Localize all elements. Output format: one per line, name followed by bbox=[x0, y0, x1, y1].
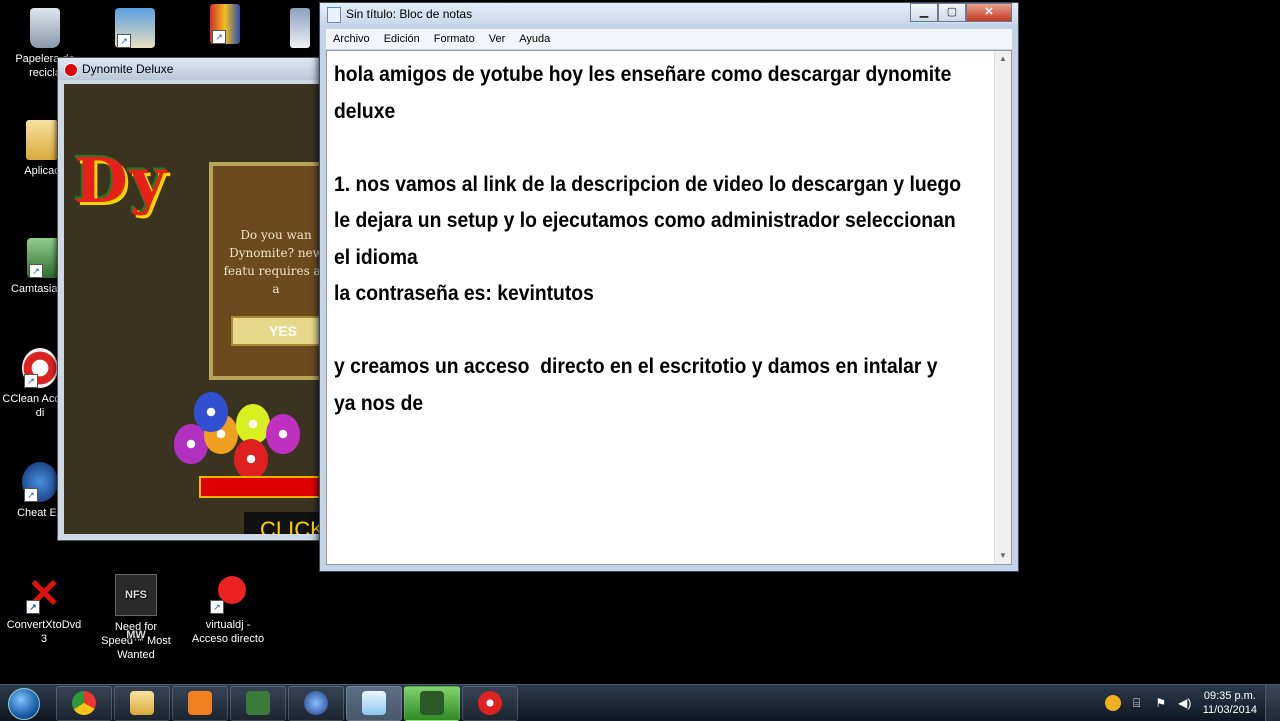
network-icon[interactable]: ⌸ bbox=[1129, 695, 1145, 711]
taskbar-app-explorer[interactable] bbox=[114, 686, 170, 721]
camtasia-icon: ↗ bbox=[27, 238, 61, 278]
dynomite-title-bar[interactable]: Dynomite Deluxe bbox=[58, 58, 326, 80]
taskbar-app-camtasia[interactable] bbox=[230, 686, 286, 721]
taskbar-app-media-player[interactable] bbox=[172, 686, 228, 721]
egg bbox=[234, 439, 268, 479]
taskbar: ⌸ ⚑ ◀) 09:35 p.m. 11/03/2014 bbox=[0, 684, 1280, 721]
media-center-icon bbox=[304, 691, 328, 715]
virtualdj-icon: ↗ bbox=[208, 574, 248, 614]
taskbar-app-dynomite[interactable] bbox=[462, 686, 518, 721]
vertical-scrollbar[interactable]: ▲ ▼ bbox=[994, 51, 1011, 564]
dynomite-icon bbox=[478, 691, 502, 715]
scroll-down-icon[interactable]: ▼ bbox=[995, 548, 1011, 564]
desktop-icon-label: Aplicac bbox=[24, 165, 60, 177]
shortcut-arrow-icon: ↗ bbox=[212, 30, 226, 44]
windows-orb-icon bbox=[8, 688, 40, 720]
minimize-button[interactable]: ▁ bbox=[910, 3, 938, 22]
notepad-icon bbox=[362, 691, 386, 715]
chrome-icon bbox=[72, 691, 96, 715]
explorer-icon bbox=[130, 691, 154, 715]
cheat-engine-icon: ↗ bbox=[22, 462, 58, 502]
dynomite-dialog: Do you wan Dynomite? new featu requires … bbox=[209, 162, 326, 380]
close-button[interactable]: ✕ bbox=[966, 3, 1012, 22]
folder-icon bbox=[26, 120, 58, 160]
window-controls: ▁ ▢ ✕ bbox=[910, 3, 1012, 22]
volume-icon[interactable]: ◀) bbox=[1177, 695, 1193, 711]
desktop-icon-nfs[interactable]: NFS MW Need for Speed™ Most Wanted bbox=[96, 574, 176, 662]
menu-ayuda[interactable]: Ayuda bbox=[512, 29, 557, 49]
dynomite-app-icon bbox=[64, 63, 78, 77]
show-desktop-button[interactable] bbox=[1265, 685, 1280, 721]
menu-ver[interactable]: Ver bbox=[482, 29, 513, 49]
shortcut-arrow-icon: ↗ bbox=[26, 600, 40, 614]
dynomite-window-title: Dynomite Deluxe bbox=[82, 62, 174, 76]
taskbar-app-media-center[interactable] bbox=[288, 686, 344, 721]
menu-archivo[interactable]: Archivo bbox=[326, 29, 377, 49]
desktop-icon-shortcut-1[interactable]: ↗ bbox=[95, 8, 175, 52]
system-clock[interactable]: 09:35 p.m. 11/03/2014 bbox=[1203, 689, 1257, 717]
desktop-icon-label: virtualdj - Acceso directo bbox=[191, 619, 265, 645]
desktop-icon-shortcut-2[interactable] bbox=[280, 8, 320, 52]
scroll-up-icon[interactable]: ▲ bbox=[995, 51, 1011, 67]
shortcut-arrow-icon: ↗ bbox=[24, 374, 38, 388]
shortcut-arrow-icon: ↗ bbox=[29, 264, 43, 278]
maximize-button[interactable]: ▢ bbox=[938, 3, 966, 22]
taskbar-app-chrome[interactable] bbox=[56, 686, 112, 721]
menu-edicion[interactable]: Edición bbox=[377, 29, 427, 49]
convertx-icon: ✕ ↗ bbox=[26, 572, 61, 616]
desktop-icon-convertx[interactable]: ✕ ↗ ConvertXtoDvd 3 bbox=[4, 574, 84, 646]
dynomite-progress-bar bbox=[199, 476, 326, 498]
recycle-bin-icon bbox=[30, 8, 60, 48]
dynomite-yes-button[interactable]: YES bbox=[231, 316, 326, 346]
dynomite-dialog-text: Do you wan Dynomite? new featu requires … bbox=[223, 228, 326, 296]
egg bbox=[194, 392, 228, 432]
notepad-window-title: Sin título: Bloc de notas bbox=[346, 7, 473, 21]
nfs-icon: NFS MW bbox=[115, 574, 157, 641]
menu-formato[interactable]: Formato bbox=[427, 29, 482, 49]
program-shortcut-icon bbox=[290, 8, 310, 48]
winrar-icon: ↗ bbox=[210, 4, 240, 44]
taskbar-app-camtasia-recorder[interactable] bbox=[404, 686, 460, 721]
shortcut-arrow-icon: ↗ bbox=[24, 488, 38, 502]
camtasia-icon bbox=[246, 691, 270, 715]
desktop-icon-winrar[interactable]: ↗ bbox=[185, 4, 265, 48]
camtasia-recorder-icon bbox=[420, 691, 444, 715]
notepad-window[interactable]: Sin título: Bloc de notas ▁ ▢ ✕ Archivo … bbox=[319, 2, 1019, 572]
notepad-title-bar[interactable]: Sin título: Bloc de notas ▁ ▢ ✕ bbox=[320, 3, 1018, 25]
program-shortcut-icon: ↗ bbox=[115, 8, 155, 48]
desktop-icon-virtualdj[interactable]: ↗ virtualdj - Acceso directo bbox=[188, 574, 268, 646]
taskbar-app-notepad[interactable] bbox=[346, 686, 402, 721]
dynomite-eggs bbox=[174, 384, 324, 479]
system-tray: ⌸ ⚑ ◀) 09:35 p.m. 11/03/2014 bbox=[1101, 685, 1280, 721]
dynomite-game-area[interactable]: Dy Do you wan Dynomite? new featu requir… bbox=[64, 84, 326, 534]
media-player-icon bbox=[188, 691, 212, 715]
shortcut-arrow-icon: ↗ bbox=[210, 600, 224, 614]
dynomite-logo: Dy bbox=[74, 144, 168, 217]
notepad-menu-bar: Archivo Edición Formato Ver Ayuda bbox=[326, 29, 1012, 49]
clock-time: 09:35 p.m. bbox=[1203, 690, 1256, 702]
notepad-editor[interactable]: hola amigos de yotube hoy les enseñare c… bbox=[326, 50, 1012, 565]
egg bbox=[266, 414, 300, 454]
desktop-icon-label: ConvertXtoDvd 3 bbox=[6, 619, 82, 645]
notepad-text-content[interactable]: hola amigos de yotube hoy les enseñare c… bbox=[334, 57, 978, 422]
action-center-flag-icon[interactable]: ⚑ bbox=[1153, 695, 1169, 711]
ccleaner-icon: ↗ bbox=[22, 348, 58, 388]
dynomite-window[interactable]: Dynomite Deluxe Dy Do you wan Dynomite? … bbox=[57, 57, 327, 541]
notepad-app-icon bbox=[327, 7, 341, 23]
dynomite-click-button[interactable]: CLICK bbox=[244, 512, 326, 534]
shortcut-arrow-icon: ↗ bbox=[117, 34, 131, 48]
tray-app-icon[interactable] bbox=[1104, 695, 1121, 711]
clock-date: 11/03/2014 bbox=[1202, 704, 1257, 716]
start-button[interactable] bbox=[4, 687, 44, 720]
egg bbox=[236, 404, 270, 444]
